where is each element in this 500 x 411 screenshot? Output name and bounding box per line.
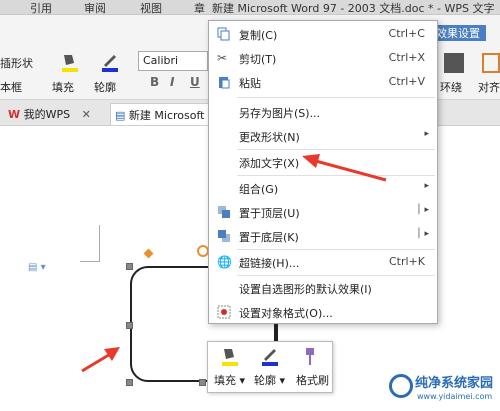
tab-my-wps[interactable]: W 我的WPS ✕ xyxy=(4,103,95,125)
submenu-arrow-icon: ▸ xyxy=(424,129,429,139)
watermark: 纯净系统家园 www.yidaimei.com xyxy=(385,370,500,411)
outline-icon[interactable] xyxy=(100,51,120,73)
menu-item-format-object[interactable]: 设置对象格式(O)... xyxy=(209,301,437,323)
annotation-arrow xyxy=(81,347,120,373)
title-bar: 引用 审阅 视图 章 新建 Microsoft Word 97 - 2003 文… xyxy=(0,0,500,15)
menu-item-save-as-picture[interactable]: 另存为图片(S)... xyxy=(209,101,437,123)
italic-button[interactable]: I xyxy=(170,75,174,89)
outline-icon[interactable] xyxy=(260,346,280,368)
resize-handle[interactable] xyxy=(199,379,206,386)
tab-document-label: 新建 Microsoft Wo xyxy=(128,109,209,122)
menu-divider xyxy=(237,97,435,98)
menu-item-copy[interactable]: 复制(C) Ctrl+C xyxy=(209,23,437,45)
format-object-icon xyxy=(217,305,231,319)
scissors-icon: ✂ xyxy=(217,51,228,65)
resize-handle[interactable] xyxy=(126,322,133,329)
font-name-select[interactable]: Calibri xyxy=(138,51,208,71)
resize-handle[interactable] xyxy=(126,379,133,386)
paste-icon xyxy=(217,75,231,89)
fill-icon[interactable] xyxy=(60,51,80,73)
window-title: 新建 Microsoft Word 97 - 2003 文档.doc * - W… xyxy=(212,2,495,15)
paste-options-icon[interactable]: ▤ ▾ xyxy=(28,262,46,273)
mini-fill-button[interactable]: 填充 ▾ xyxy=(214,372,245,388)
tab-references[interactable]: 引用 xyxy=(30,0,52,16)
tab-my-wps-label: 我的WPS xyxy=(23,108,71,121)
bold-button[interactable]: B xyxy=(150,75,159,89)
align-icon[interactable] xyxy=(482,53,500,73)
wrap-button[interactable]: 环绕 xyxy=(440,79,462,95)
shape-edge xyxy=(276,324,278,342)
page-corner-mark xyxy=(80,225,100,262)
menu-item-set-default-effect[interactable]: 设置自选图形的默认效果(I) xyxy=(209,277,437,299)
menu-divider xyxy=(237,275,435,276)
bring-to-front-icon xyxy=(217,205,231,219)
format-painter-icon[interactable] xyxy=(300,346,320,368)
outline-button[interactable]: 轮廓 xyxy=(94,79,116,95)
tab-chapter[interactable]: 章 xyxy=(194,0,205,16)
resize-handle[interactable] xyxy=(126,263,133,270)
menu-item-send-to-back[interactable]: 置于底层(K) │ ▸ xyxy=(209,225,437,247)
tab-review[interactable]: 审阅 xyxy=(84,0,106,16)
annotation-arrow xyxy=(302,154,387,182)
wps-logo-icon: W xyxy=(8,108,21,121)
tab-document[interactable]: ▤ 新建 Microsoft Wo xyxy=(110,103,210,125)
mini-outline-button[interactable]: 轮廓 ▾ xyxy=(254,372,285,388)
copy-icon xyxy=(217,27,231,41)
fill-icon[interactable] xyxy=(220,346,240,368)
fill-button[interactable]: 填充 xyxy=(52,79,74,95)
document-icon: ▤ xyxy=(115,109,126,122)
menu-item-hyperlink[interactable]: 🌐 超链接(H)... Ctrl+K xyxy=(209,251,437,273)
tab-effects[interactable]: 效果设置 xyxy=(430,25,486,41)
menu-item-bring-to-front[interactable]: 置于顶层(U) │ ▸ xyxy=(209,201,437,223)
mini-format-painter-button[interactable]: 格式刷 xyxy=(296,372,329,388)
underline-button[interactable]: U xyxy=(190,75,200,89)
globe-link-icon: 🌐 xyxy=(217,255,232,269)
tab-view[interactable]: 视图 xyxy=(140,0,162,16)
submenu-arrow-icon: │ ▸ xyxy=(416,229,429,239)
watermark-logo-icon xyxy=(389,374,413,398)
insert-shape-button[interactable]: 插形状 xyxy=(0,55,33,71)
send-to-back-icon xyxy=(217,229,231,243)
menu-item-paste[interactable]: 粘贴 Ctrl+V xyxy=(209,71,437,93)
textbox-button[interactable]: 本框 xyxy=(0,79,22,95)
align-button[interactable]: 对齐 xyxy=(478,79,500,95)
close-icon[interactable]: ✕ xyxy=(82,108,91,121)
mini-toolbar: 填充 ▾ 轮廓 ▾ 格式刷 xyxy=(207,341,333,393)
wrap-icon[interactable] xyxy=(444,53,464,73)
submenu-arrow-icon: ▸ xyxy=(424,181,429,191)
menu-item-change-shape[interactable]: 更改形状(N) ▸ xyxy=(209,125,437,147)
submenu-arrow-icon: │ ▸ xyxy=(416,205,429,215)
menu-item-cut[interactable]: ✂ 剪切(T) Ctrl+X xyxy=(209,47,437,69)
menu-divider xyxy=(237,249,435,250)
